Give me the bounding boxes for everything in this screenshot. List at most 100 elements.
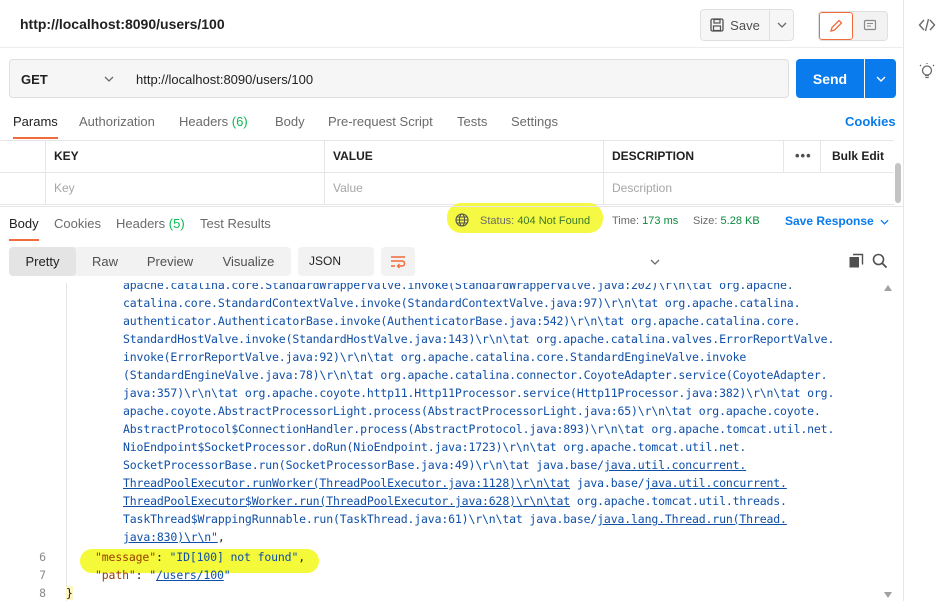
tab-test-results[interactable]: Test Results	[200, 216, 271, 231]
send-button[interactable]: Send	[796, 59, 864, 98]
code-line: TaskThread$WrappingRunnable.run(TaskThre…	[123, 512, 787, 526]
json-key: "message"	[95, 550, 156, 564]
json-key: "path"	[95, 568, 136, 582]
globe-icon[interactable]	[455, 213, 469, 227]
key-input[interactable]: Key	[45, 173, 324, 205]
code-text: org.apache.tomcat.util.threads.	[570, 494, 787, 508]
json-link[interactable]: /users/100	[156, 568, 224, 582]
tab-response-body[interactable]: Body	[9, 216, 39, 241]
lightbulb-icon[interactable]	[918, 63, 936, 81]
tab-response-headers[interactable]: Headers (5)	[116, 216, 185, 231]
code-link[interactable]: java.lang.Thread.run(Thread.	[597, 512, 787, 526]
description-input[interactable]: Description	[603, 173, 894, 205]
code-link[interactable]: ThreadPoolExecutor$Worker.run(ThreadPool…	[123, 494, 570, 508]
gutter-divider	[66, 283, 67, 601]
code-line: java:830)\r\n",	[123, 530, 225, 544]
main-pane: http://localhost:8090/users/100 Save GET…	[0, 0, 903, 601]
column-header-value: VALUE	[324, 141, 603, 173]
code-snippet-icon[interactable]	[918, 16, 936, 34]
save-dropdown-button[interactable]	[769, 9, 794, 41]
tab-response-headers-label: Headers	[116, 216, 166, 231]
search-icon[interactable]	[872, 253, 888, 269]
save-response-button[interactable]: Save Response	[785, 214, 889, 228]
line-number: 6	[39, 550, 46, 564]
tab-body[interactable]: Body	[275, 114, 305, 129]
cookies-link[interactable]: Cookies	[845, 114, 896, 129]
more-options-icon[interactable]: •••	[795, 141, 812, 170]
code-punct: :	[155, 550, 170, 564]
code-link[interactable]: java:830)\r\n"	[123, 530, 218, 544]
code-line: (StandardEngineValve.java:78)\r\n\tat or…	[123, 368, 828, 382]
send-dropdown-button[interactable]	[865, 59, 896, 98]
code-line: AbstractProtocol$ConnectionHandler.proce…	[123, 422, 835, 436]
save-label: Save	[730, 17, 760, 33]
value-input[interactable]: Value	[324, 173, 603, 205]
format-select[interactable]: JSON	[298, 247, 660, 276]
code-line: SocketProcessorBase.run(SocketProcessorB…	[123, 458, 746, 472]
code-line: ThreadPoolExecutor$Worker.run(ThreadPool…	[123, 494, 787, 508]
request-tabs: Params Authorization Headers (6) Body Pr…	[0, 110, 903, 140]
mode-visualize[interactable]: Visualize	[206, 247, 291, 276]
wrap-lines-button[interactable]	[381, 247, 415, 276]
send-label: Send	[812, 70, 848, 87]
size-readout: Size: 5.28 KB	[693, 215, 760, 227]
url-input[interactable]: http://localhost:8090/users/100	[124, 59, 789, 98]
time-value: 173 ms	[642, 215, 679, 227]
save-button[interactable]: Save	[700, 9, 770, 41]
status-value: 404 Not Found	[517, 215, 591, 227]
line-number: 7	[39, 568, 46, 582]
scroll-down-arrow-icon[interactable]	[884, 592, 892, 598]
response-body-code[interactable]: apache.catalina.core.StandardWrapperValv…	[0, 283, 903, 601]
response-tabs: Body Cookies Headers (5) Test Results	[0, 206, 903, 241]
code-link[interactable]: java.util.concurrent.	[645, 476, 787, 490]
tab-headers[interactable]: Headers (6)	[179, 114, 248, 129]
tab-authorization[interactable]: Authorization	[79, 114, 155, 129]
wrap-icon	[391, 255, 406, 268]
json-string-quote: "	[223, 568, 231, 582]
mode-pretty[interactable]: Pretty	[9, 247, 76, 276]
save-icon	[710, 18, 724, 32]
status-label: Status:	[480, 215, 515, 227]
body-view-modes: Pretty Raw Preview Visualize	[9, 247, 291, 276]
scroll-up-arrow-icon[interactable]	[884, 285, 892, 291]
tab-headers-label: Headers	[179, 114, 229, 129]
code-text: java.base/	[570, 476, 645, 490]
bulk-edit-cell: Bulk Edit	[820, 141, 894, 173]
code-line: authenticator.AuthenticatorBase.invoke(A…	[123, 314, 801, 328]
code-link[interactable]: java.util.concurrent.	[604, 458, 746, 472]
tab-pre-request-script[interactable]: Pre-request Script	[328, 114, 433, 129]
bulk-edit-button[interactable]: Bulk Edit	[832, 141, 884, 172]
copy-icon[interactable]	[848, 253, 864, 269]
format-label: JSON	[309, 254, 342, 268]
code-link[interactable]: ThreadPoolExecutor.runWorker(ThreadPoolE…	[123, 476, 570, 490]
status-readout: Status: 404 Not Found	[480, 215, 590, 227]
time-readout: Time: 173 ms	[612, 215, 678, 227]
column-header-key: KEY	[45, 141, 324, 173]
more-options-cell: •••	[783, 141, 820, 173]
tab-settings[interactable]: Settings	[511, 114, 558, 129]
code-punct: ,	[298, 550, 306, 564]
tab-tests[interactable]: Tests	[457, 114, 487, 129]
mode-raw[interactable]: Raw	[76, 247, 134, 276]
tab-response-cookies[interactable]: Cookies	[54, 216, 101, 231]
edit-mode-button[interactable]	[819, 12, 854, 40]
params-row: Key Value Description	[0, 173, 894, 205]
chevron-down-icon	[104, 76, 114, 82]
tab-params[interactable]: Params	[13, 114, 58, 139]
method-label: GET	[21, 72, 48, 87]
code-line: apache.catalina.core.StandardWrapperValv…	[123, 283, 794, 292]
request-title[interactable]: http://localhost:8090/users/100	[20, 16, 225, 32]
save-response-label: Save Response	[785, 214, 874, 228]
code-line: NioEndpoint$SocketProcessor.doRun(NioEnd…	[123, 440, 747, 454]
comment-icon	[863, 19, 877, 31]
code-line: apache.coyote.AbstractProcessorLight.pro…	[123, 404, 821, 418]
method-select[interactable]: GET	[9, 59, 125, 98]
chevron-down-icon	[777, 22, 786, 28]
code-line: catalina.core.StandardContextValve.invok…	[123, 296, 801, 310]
params-scrollbar[interactable]	[895, 163, 901, 203]
mode-preview[interactable]: Preview	[134, 247, 206, 276]
documentation-mode-button[interactable]	[853, 12, 887, 40]
right-sidebar	[903, 0, 947, 601]
json-string-quote: "	[149, 568, 156, 582]
response-headers-count: (5)	[168, 216, 185, 231]
